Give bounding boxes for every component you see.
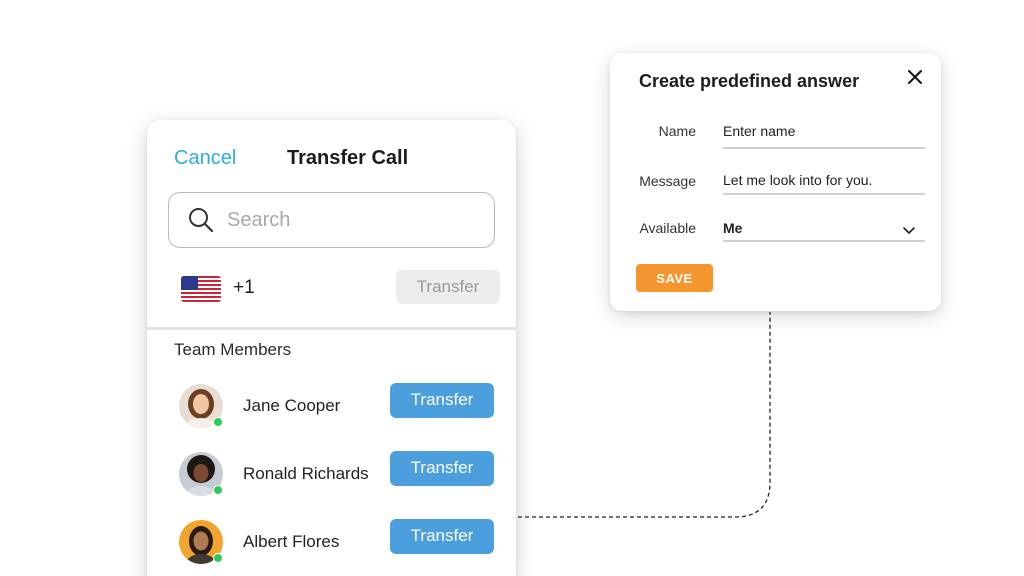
online-status-icon [213,485,223,495]
avatar [179,384,223,428]
save-button[interactable]: SAVE [636,264,713,292]
team-member-row: Jane Cooper Transfer [147,383,516,434]
name-field-underline [723,147,925,149]
message-field[interactable]: Let me look into for you. [723,172,925,188]
close-icon[interactable] [906,68,924,86]
divider [147,327,516,330]
avatar [179,520,223,564]
search-field[interactable] [168,192,495,248]
available-select-underline [723,240,925,242]
transfer-button[interactable]: Transfer [390,519,494,554]
transfer-button[interactable]: Transfer [390,451,494,486]
panel-title: Transfer Call [287,147,409,169]
transfer-number-button[interactable]: Transfer [396,270,500,304]
predefined-answer-dialog: Create predefined answer Name Enter name… [610,53,941,311]
name-label: Name [658,123,696,139]
team-members-heading: Team Members [174,340,292,359]
name-field[interactable]: Enter name [723,123,925,139]
phone-number-row: +1 Transfer [147,268,516,308]
transfer-button[interactable]: Transfer [390,383,494,418]
available-label: Available [639,220,696,236]
member-name: Albert Flores [243,532,340,551]
team-member-row: Albert Flores Transfer [147,519,516,570]
team-member-row: Ronald Richards Transfer [147,451,516,502]
cancel-button[interactable]: Cancel [174,147,236,170]
search-icon [189,208,214,233]
online-status-icon [213,553,223,563]
available-select[interactable]: Me [723,220,925,236]
member-name: Ronald Richards [243,464,369,483]
us-flag-icon[interactable] [181,276,221,302]
chevron-down-icon[interactable] [902,226,916,236]
transfer-call-panel: Cancel Transfer Call +1 Transfer Team Me… [147,120,516,576]
dialog-title: Create predefined answer [639,71,860,91]
transfer-call-header: Cancel Transfer Call [147,120,516,190]
avatar [179,452,223,496]
message-field-underline [723,193,925,195]
message-label: Message [639,173,696,189]
online-status-icon [213,417,223,427]
country-code[interactable]: +1 [233,277,255,299]
member-name: Jane Cooper [243,396,341,415]
search-input[interactable] [227,208,477,232]
